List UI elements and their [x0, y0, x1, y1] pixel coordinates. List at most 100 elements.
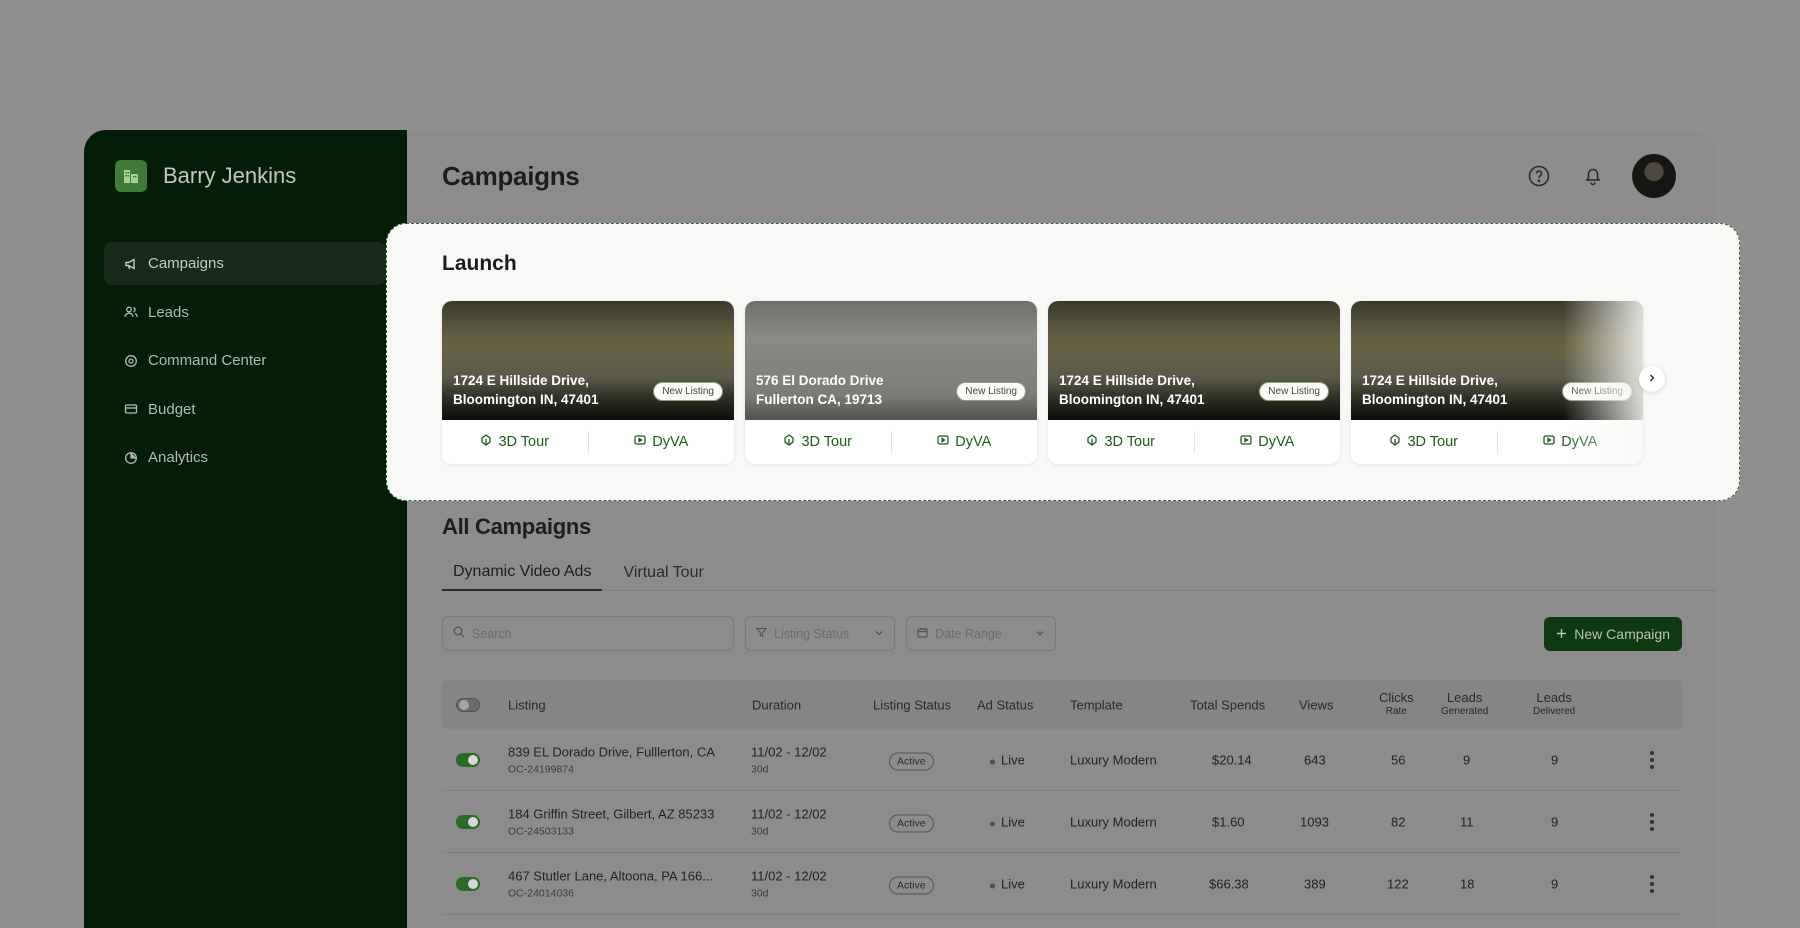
- 3d-tour-button[interactable]: 3D Tour: [1351, 434, 1497, 450]
- more-options-icon[interactable]: [1650, 812, 1654, 831]
- sidebar: Barry Jenkins Campaigns Leads Command Ce…: [84, 130, 407, 928]
- spend-cell: $66.38: [1209, 876, 1249, 891]
- column-ad-status[interactable]: Ad Status: [977, 697, 1033, 712]
- more-options-icon[interactable]: [1650, 874, 1654, 893]
- listing-card[interactable]: 1724 E Hillside Drive, Bloomington IN, 4…: [1351, 301, 1643, 464]
- table-row[interactable]: 184 Griffin Street, Gilbert, AZ 85233 OC…: [442, 791, 1683, 853]
- 3d-tour-button[interactable]: 3D Tour: [745, 434, 891, 450]
- 3d-tour-button[interactable]: 3D Tour: [1048, 434, 1194, 450]
- listing-cell: 839 EL Dorado Drive, Fulllerton, CA OC-2…: [508, 744, 715, 775]
- column-clicks-rate[interactable]: Clicks Rate: [1379, 690, 1414, 719]
- 3d-tour-label: 3D Tour: [1104, 434, 1155, 450]
- listing-card-address: 1724 E Hillside Drive, Bloomington IN, 4…: [453, 373, 599, 407]
- column-leads-generated-sub: Generated: [1441, 705, 1489, 717]
- leads-generated-cell: 11: [1460, 814, 1474, 829]
- listing-status-select[interactable]: Listing Status: [745, 616, 895, 651]
- status-badge: Active: [889, 876, 934, 894]
- row-toggle[interactable]: [456, 876, 480, 891]
- table-row[interactable]: 839 EL Dorado Drive, Fulllerton, CA OC-2…: [442, 729, 1683, 791]
- listing-card[interactable]: 1724 E Hillside Drive, Bloomington IN, 4…: [442, 301, 734, 464]
- bell-icon[interactable]: [1578, 161, 1608, 191]
- listing-address: 184 Griffin Street, Gilbert, AZ 85233: [508, 806, 715, 821]
- search-input[interactable]: Search: [442, 616, 734, 651]
- 3d-tour-label: 3D Tour: [1407, 434, 1458, 450]
- pie-chart-icon: [124, 451, 138, 465]
- ad-status: Live: [990, 752, 1025, 767]
- dyva-button[interactable]: DyVA: [1195, 434, 1341, 450]
- campaign-tabs: Dynamic Video Ads Virtual Tour: [442, 555, 1716, 591]
- leads-delivered-cell: 9: [1551, 814, 1559, 829]
- sidebar-item-budget[interactable]: Budget: [104, 388, 386, 431]
- launch-cards: 1724 E Hillside Drive, Bloomington IN, 4…: [442, 301, 1643, 464]
- column-duration[interactable]: Duration: [752, 697, 801, 712]
- table-row[interactable]: 467 Stutler Lane, Altoona, PA 166... OC-…: [442, 853, 1683, 915]
- 3d-tour-button[interactable]: 3D Tour: [442, 434, 588, 450]
- search-icon: [453, 626, 465, 641]
- row-toggle[interactable]: [456, 752, 480, 767]
- avatar[interactable]: [1632, 154, 1676, 198]
- carousel-next-button[interactable]: [1639, 366, 1665, 392]
- duration-days: 30d: [751, 887, 769, 899]
- column-leads-generated[interactable]: Leads Generated: [1441, 690, 1489, 719]
- listing-card-address: 1724 E Hillside Drive, Bloomington IN, 4…: [1059, 373, 1205, 407]
- column-listing[interactable]: Listing: [508, 697, 546, 712]
- video-icon: [1240, 434, 1252, 450]
- users-icon: [124, 305, 138, 319]
- select-all-toggle[interactable]: [456, 697, 480, 712]
- row-toggle[interactable]: [456, 814, 480, 829]
- building-icon: [115, 160, 147, 192]
- column-template[interactable]: Template: [1070, 697, 1123, 712]
- dyva-label: DyVA: [652, 434, 689, 450]
- sidebar-item-campaigns[interactable]: Campaigns: [104, 242, 386, 285]
- sidebar-item-leads[interactable]: Leads: [104, 291, 386, 334]
- new-listing-badge: New Listing: [956, 382, 1026, 401]
- dyva-label: DyVA: [955, 434, 992, 450]
- sidebar-item-command-center[interactable]: Command Center: [104, 339, 386, 382]
- column-leads-delivered-label: Leads: [1536, 689, 1572, 705]
- campaigns-table: Listing Duration Listing Status Ad Statu…: [442, 680, 1683, 915]
- duration-days: 30d: [751, 763, 769, 775]
- ad-status: Live: [990, 876, 1025, 891]
- all-campaigns-title: All Campaigns: [442, 514, 591, 539]
- megaphone-icon: [124, 257, 138, 271]
- leads-delivered-cell: 9: [1551, 752, 1559, 767]
- listing-id: OC-24199874: [508, 763, 574, 775]
- column-total-spends[interactable]: Total Spends: [1190, 697, 1265, 712]
- new-listing-badge: New Listing: [653, 382, 723, 401]
- dyva-button[interactable]: DyVA: [1498, 434, 1644, 450]
- new-campaign-button[interactable]: New Campaign: [1544, 617, 1682, 651]
- chevron-down-icon: [1035, 627, 1045, 641]
- filter-icon: [755, 627, 768, 641]
- cube-icon: [1086, 434, 1098, 450]
- date-range-select[interactable]: Date Range: [906, 616, 1056, 651]
- leads-delivered-cell: 9: [1551, 876, 1559, 891]
- spend-cell: $20.14: [1212, 752, 1252, 767]
- listing-card-address: 1724 E Hillside Drive, Bloomington IN, 4…: [1362, 373, 1508, 407]
- duration-days: 30d: [751, 825, 769, 837]
- sidebar-nav: Campaigns Leads Command Center Budget An…: [104, 242, 386, 485]
- tab-dynamic-video-ads[interactable]: Dynamic Video Ads: [442, 555, 603, 591]
- column-leads-delivered[interactable]: Leads Delivered: [1533, 689, 1575, 719]
- listing-address: 839 EL Dorado Drive, Fulllerton, CA: [508, 744, 715, 759]
- template-cell: Luxury Modern: [1070, 876, 1157, 891]
- chevron-right-icon: [1647, 370, 1657, 388]
- views-cell: 1093: [1300, 814, 1329, 829]
- listing-address: 467 Stutler Lane, Altoona, PA 166...: [508, 868, 714, 883]
- chevron-down-icon: [874, 627, 884, 641]
- views-cell: 389: [1304, 876, 1326, 891]
- listing-card[interactable]: 1724 E Hillside Drive, Bloomington IN, 4…: [1048, 301, 1340, 464]
- sidebar-item-analytics[interactable]: Analytics: [104, 436, 386, 479]
- tab-virtual-tour[interactable]: Virtual Tour: [612, 555, 714, 591]
- listing-photo: 1724 E Hillside Drive, Bloomington IN, 4…: [1351, 301, 1643, 420]
- dyva-button[interactable]: DyVA: [892, 434, 1038, 450]
- status-badge: Active: [889, 814, 934, 832]
- help-icon[interactable]: [1524, 161, 1554, 191]
- sidebar-item-label: Leads: [148, 303, 189, 321]
- sidebar-item-label: Campaigns: [148, 255, 224, 272]
- column-views[interactable]: Views: [1299, 697, 1333, 712]
- listing-card[interactable]: 576 El Dorado Drive Fullerton CA, 19713 …: [745, 301, 1037, 464]
- more-options-icon[interactable]: [1650, 750, 1654, 769]
- column-listing-status[interactable]: Listing Status: [873, 697, 951, 712]
- dyva-button[interactable]: DyVA: [589, 434, 735, 450]
- brand: Barry Jenkins: [115, 160, 296, 192]
